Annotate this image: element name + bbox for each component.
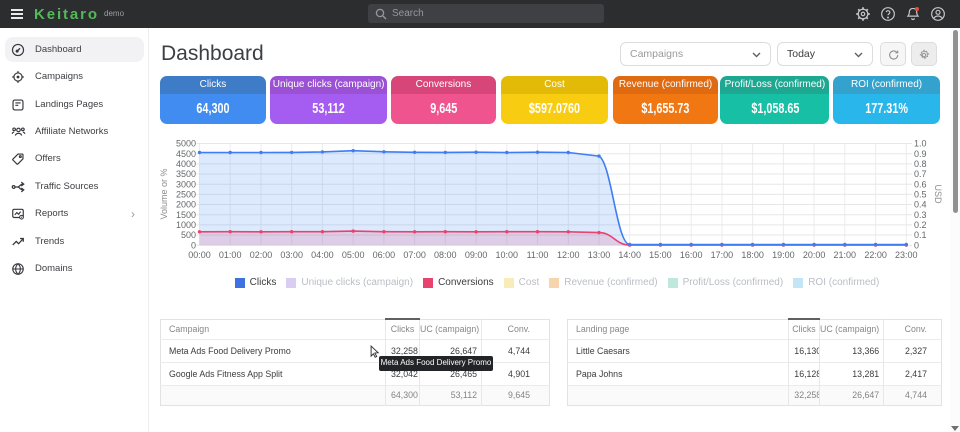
svg-text:2000: 2000	[176, 200, 196, 210]
svg-text:0.9: 0.9	[914, 149, 927, 159]
svg-text:3500: 3500	[176, 169, 196, 179]
svg-text:16:00: 16:00	[680, 250, 703, 260]
svg-text:0.5: 0.5	[914, 190, 927, 200]
svg-text:5000: 5000	[176, 139, 196, 149]
svg-text:4000: 4000	[176, 159, 196, 169]
svg-text:22:00: 22:00	[864, 250, 887, 260]
svg-text:2500: 2500	[176, 190, 196, 200]
svg-text:09:00: 09:00	[465, 250, 488, 260]
svg-text:1000: 1000	[176, 220, 196, 230]
svg-text:0: 0	[914, 240, 919, 250]
svg-text:0.8: 0.8	[914, 159, 927, 169]
svg-text:03:00: 03:00	[280, 250, 303, 260]
svg-text:0.7: 0.7	[914, 169, 927, 179]
svg-text:0: 0	[191, 240, 196, 250]
svg-text:3000: 3000	[176, 179, 196, 189]
svg-text:0.3: 0.3	[914, 210, 927, 220]
svg-text:500: 500	[181, 230, 196, 240]
svg-text:Volume or %: Volume or %	[160, 168, 169, 219]
svg-text:0.6: 0.6	[914, 179, 927, 189]
svg-text:USD: USD	[933, 184, 943, 204]
svg-text:12:00: 12:00	[557, 250, 580, 260]
svg-text:07:00: 07:00	[403, 250, 426, 260]
svg-text:06:00: 06:00	[373, 250, 396, 260]
svg-text:1500: 1500	[176, 210, 196, 220]
svg-text:02:00: 02:00	[250, 250, 273, 260]
svg-text:18:00: 18:00	[741, 250, 764, 260]
svg-text:10:00: 10:00	[496, 250, 519, 260]
svg-text:0.1: 0.1	[914, 230, 927, 240]
svg-text:21:00: 21:00	[834, 250, 857, 260]
svg-text:04:00: 04:00	[311, 250, 334, 260]
svg-text:23:00: 23:00	[895, 250, 918, 260]
svg-text:0.4: 0.4	[914, 200, 927, 210]
svg-text:1.0: 1.0	[914, 139, 927, 149]
svg-text:15:00: 15:00	[649, 250, 672, 260]
svg-text:14:00: 14:00	[618, 250, 641, 260]
svg-text:08:00: 08:00	[434, 250, 457, 260]
svg-text:4500: 4500	[176, 149, 196, 159]
svg-text:00:00: 00:00	[188, 250, 211, 260]
svg-text:01:00: 01:00	[219, 250, 242, 260]
svg-text:11:00: 11:00	[527, 250, 549, 260]
svg-text:05:00: 05:00	[342, 250, 365, 260]
svg-text:17:00: 17:00	[711, 250, 734, 260]
svg-text:19:00: 19:00	[772, 250, 795, 260]
svg-text:20:00: 20:00	[803, 250, 826, 260]
svg-text:0.2: 0.2	[914, 220, 927, 230]
svg-text:13:00: 13:00	[588, 250, 611, 260]
